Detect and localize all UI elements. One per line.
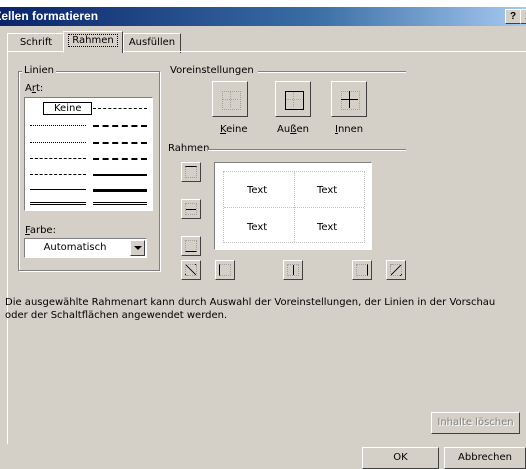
tab-rahmen[interactable]: Rahmen (63, 31, 123, 53)
help-button[interactable]: ? (505, 9, 521, 24)
preview-cell-text: Text (247, 222, 268, 233)
linien-group-label: Linien (22, 65, 56, 76)
line-style-option[interactable] (93, 125, 147, 127)
top-strip (0, 0, 526, 7)
line-style-option[interactable] (93, 142, 147, 144)
tab-schrift[interactable]: Schrift (7, 33, 65, 53)
window-title: Zellen formatieren (0, 9, 99, 23)
border-none-icon (222, 91, 241, 110)
farbe-label: Farbe: (25, 225, 56, 236)
border-diagonal-down-button[interactable] (386, 260, 406, 280)
border-diagonal-down-icon (390, 264, 402, 276)
description-text: Die ausgewählte Rahmenart kann durch Aus… (5, 297, 496, 321)
line-style-none[interactable]: Keine (43, 102, 93, 115)
preset-none-label: Keine (220, 124, 248, 135)
clear-contents-button[interactable]: Inhalte löschen (431, 412, 520, 434)
border-inside-icon (341, 91, 360, 110)
border-right-button[interactable] (352, 260, 372, 280)
color-dropdown[interactable]: Automatisch (24, 238, 147, 258)
line-style-option[interactable] (30, 174, 86, 175)
tab-label: Rahmen (68, 34, 118, 47)
line-style-option[interactable] (93, 108, 147, 109)
preview-cell-text: Text (317, 185, 338, 196)
preview-grid (223, 171, 365, 243)
line-style-option[interactable] (30, 202, 86, 205)
preset-inside-button[interactable] (331, 81, 367, 117)
preview-cell-text: Text (317, 222, 338, 233)
chevron-down-icon[interactable] (130, 240, 145, 256)
cancel-button[interactable]: Abbrechen (444, 447, 526, 469)
line-style-option[interactable] (93, 158, 147, 160)
color-dropdown-value: Automatisch (43, 242, 107, 253)
border-middle-vertical-icon (287, 264, 299, 276)
preset-outline-label: Außen (277, 124, 309, 135)
border-middle-horizontal-button[interactable] (181, 199, 201, 219)
border-preview[interactable]: Text Text Text Text (214, 162, 372, 250)
voreinstellungen-label: Voreinstellungen (170, 65, 254, 76)
line-style-option[interactable] (30, 142, 86, 143)
tab-label: Schrift (19, 37, 53, 48)
border-outline-icon (285, 91, 304, 110)
border-middle-vertical-button[interactable] (283, 260, 303, 280)
line-style-option[interactable] (93, 174, 147, 176)
line-style-option[interactable] (93, 202, 147, 205)
line-style-option[interactable] (93, 189, 147, 192)
rahmen-label: Rahmen (168, 143, 210, 154)
border-top-icon (185, 166, 197, 178)
line-style-option[interactable] (30, 189, 86, 190)
border-left-button[interactable] (215, 260, 235, 280)
border-bottom-icon (185, 240, 197, 252)
ok-button[interactable]: OK (362, 447, 439, 469)
tab-label: Ausfüllen (128, 37, 176, 48)
border-middle-horizontal-icon (185, 203, 197, 215)
voreinstellungen-separator (258, 71, 406, 73)
line-style-option[interactable] (30, 125, 86, 126)
rahmen-separator (208, 149, 406, 151)
border-diagonal-up-icon (185, 264, 197, 276)
art-label: Art: (25, 83, 44, 94)
tab-ausfuellen[interactable]: Ausfüllen (123, 33, 181, 53)
border-top-button[interactable] (181, 162, 201, 182)
preset-none-button[interactable] (212, 81, 248, 117)
title-bar: Zellen formatieren ? x (0, 7, 526, 26)
border-right-icon (356, 264, 368, 276)
preset-inside-label: Innen (335, 124, 364, 135)
border-diagonal-up-button[interactable] (181, 260, 201, 280)
border-left-icon (219, 264, 231, 276)
preview-cell-text: Text (247, 185, 268, 196)
preset-outline-button[interactable] (275, 81, 311, 117)
close-button[interactable]: x (520, 9, 526, 24)
border-bottom-button[interactable] (181, 236, 201, 256)
line-style-list[interactable]: Keine (24, 97, 153, 211)
line-style-option[interactable] (30, 158, 86, 159)
